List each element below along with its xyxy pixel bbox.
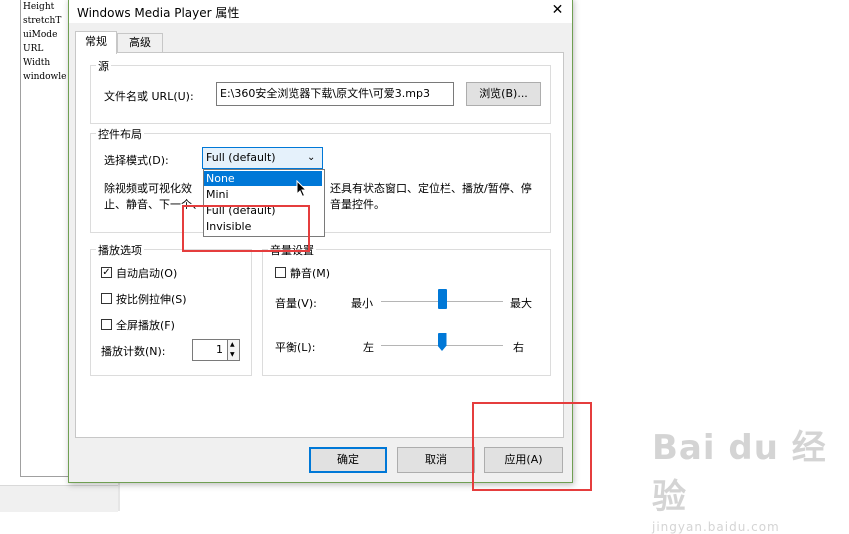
autostart-label[interactable]: 自动启动(O) (116, 265, 177, 281)
volume-min-label: 最小 (351, 297, 373, 310)
property-item[interactable]: windowle (21, 70, 73, 84)
file-url-input[interactable]: E:\360安全浏览器下载\原文件\可爱3.mp3 (216, 82, 454, 106)
playback-legend: 播放选项 (96, 242, 144, 258)
watermark: Bai du 经验 jingyan.baidu.com (652, 420, 849, 534)
volume-slider-thumb[interactable] (437, 289, 447, 309)
checkmark-icon: ✓ (102, 267, 111, 278)
play-count-value: 1 (216, 343, 223, 356)
watermark-url: jingyan.baidu.com (652, 520, 780, 534)
tab-advanced[interactable]: 高级 (117, 33, 163, 53)
play-count-spinner: ▲ ▼ (228, 339, 240, 361)
browse-button[interactable]: 浏览(B)... (466, 82, 541, 106)
property-item[interactable]: uiMode (21, 28, 73, 42)
spin-up-icon[interactable]: ▲ (230, 340, 235, 350)
mute-label[interactable]: 静音(M) (290, 265, 330, 281)
autostart-checkbox[interactable]: ✓ (101, 267, 112, 278)
dialog-title: Windows Media Player 属性 (77, 6, 240, 20)
cancel-button[interactable]: 取消 (397, 447, 475, 473)
mute-checkbox[interactable] (275, 267, 286, 278)
background-panel (0, 485, 118, 512)
layout-description: 还具有状态窗口、定位栏、播放/暂停、停 (330, 182, 532, 195)
title-bar[interactable]: Windows Media Player 属性 ✕ (69, 0, 572, 23)
volume-max-label: 最大 (510, 297, 532, 310)
spin-down-icon[interactable]: ▼ (230, 350, 235, 360)
layout-description: 除视频或可视化效 (104, 182, 192, 195)
play-count-label: 播放计数(N): (101, 345, 166, 358)
chevron-down-icon: ⌄ (307, 152, 316, 163)
watermark-logo: Bai du 经验 (652, 428, 827, 517)
balance-right-label: 右 (513, 341, 524, 354)
property-item[interactable]: stretchT (21, 14, 73, 28)
tab-panel: 源 文件名或 URL(U): E:\360安全浏览器下载\原文件\可爱3.mp3… (75, 52, 564, 438)
property-list: Height stretchT uiMode URL Width windowl… (20, 0, 74, 477)
property-item[interactable]: URL (21, 42, 73, 56)
mode-label: 选择模式(D): (104, 154, 169, 167)
property-item[interactable]: Width (21, 56, 73, 70)
mode-select[interactable]: Full (default) ⌄ (202, 147, 323, 169)
layout-description: 音量控件。 (330, 198, 385, 211)
stretch-label[interactable]: 按比例拉伸(S) (116, 291, 187, 307)
mouse-cursor-icon (296, 180, 308, 198)
tab-general[interactable]: 常规 (75, 31, 117, 54)
fullscreen-checkbox[interactable] (101, 319, 112, 330)
ok-button[interactable]: 确定 (309, 447, 387, 473)
file-url-label: 文件名或 URL(U): (104, 90, 194, 103)
highlight-box-invisible (182, 205, 310, 252)
layout-legend: 控件布局 (96, 126, 144, 142)
balance-left-label: 左 (363, 341, 374, 354)
highlight-box-apply (472, 402, 592, 491)
mode-select-value: Full (default) (206, 151, 276, 164)
volume-label: 音量(V): (275, 297, 317, 310)
fullscreen-label[interactable]: 全屏播放(F) (116, 317, 175, 333)
stretch-checkbox[interactable] (101, 293, 112, 304)
balance-label: 平衡(L): (275, 341, 316, 354)
play-count-input[interactable]: 1 (192, 339, 228, 361)
source-legend: 源 (96, 58, 111, 74)
close-icon[interactable]: ✕ (543, 0, 572, 21)
property-item[interactable]: Height (21, 0, 73, 14)
